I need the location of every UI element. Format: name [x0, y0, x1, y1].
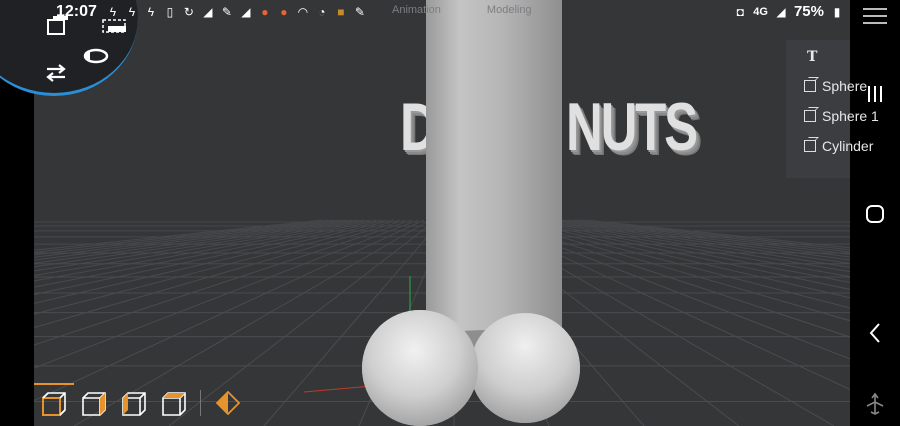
view-front-icon[interactable]: [34, 383, 74, 416]
hierarchy-item-cylinder[interactable]: Cylinder: [804, 138, 873, 154]
text-object-icon[interactable]: T: [807, 49, 817, 65]
scene-text-right: NUTS: [566, 89, 698, 165]
back-icon[interactable]: [850, 322, 900, 349]
menu-icon[interactable]: [850, 6, 900, 31]
keyframe-icon[interactable]: [215, 390, 241, 416]
select-object-icon[interactable]: [46, 14, 70, 44]
multi-select-icon[interactable]: [102, 16, 128, 40]
view-top-icon[interactable]: [160, 390, 186, 416]
cylinder-overlay: [426, 0, 562, 346]
tab-modeling[interactable]: Modeling: [487, 4, 532, 16]
hierarchy-item-sphere-1[interactable]: Sphere 1: [804, 108, 879, 124]
hierarchy-item-sphere[interactable]: Sphere: [804, 78, 867, 94]
view-right-icon[interactable]: [80, 390, 106, 416]
home-icon[interactable]: [850, 204, 900, 229]
hierarchy-item-label: Sphere 1: [822, 108, 879, 124]
spheres-overlay: [362, 310, 580, 426]
rotate-icon[interactable]: [82, 46, 110, 72]
cube-object-icon: [804, 110, 816, 122]
view-left-icon[interactable]: [120, 390, 146, 416]
hierarchy-item-label: Sphere: [822, 78, 868, 94]
cube-object-icon: [804, 80, 816, 92]
system-navigation-bar: [850, 0, 900, 426]
mode-tabs: Animation Modeling: [392, 4, 532, 16]
view-toolbar: [34, 380, 252, 426]
hierarchy-item-label: Cylinder: [822, 138, 874, 154]
tab-animation[interactable]: Animation: [392, 4, 441, 16]
move-icon[interactable]: [44, 62, 68, 90]
toolbar-divider: [200, 390, 201, 416]
hierarchy-panel: T Sphere Sphere 1 Cylinder: [786, 40, 879, 178]
cube-object-icon: [804, 140, 816, 152]
transform-gizmo-icon[interactable]: [850, 392, 900, 421]
